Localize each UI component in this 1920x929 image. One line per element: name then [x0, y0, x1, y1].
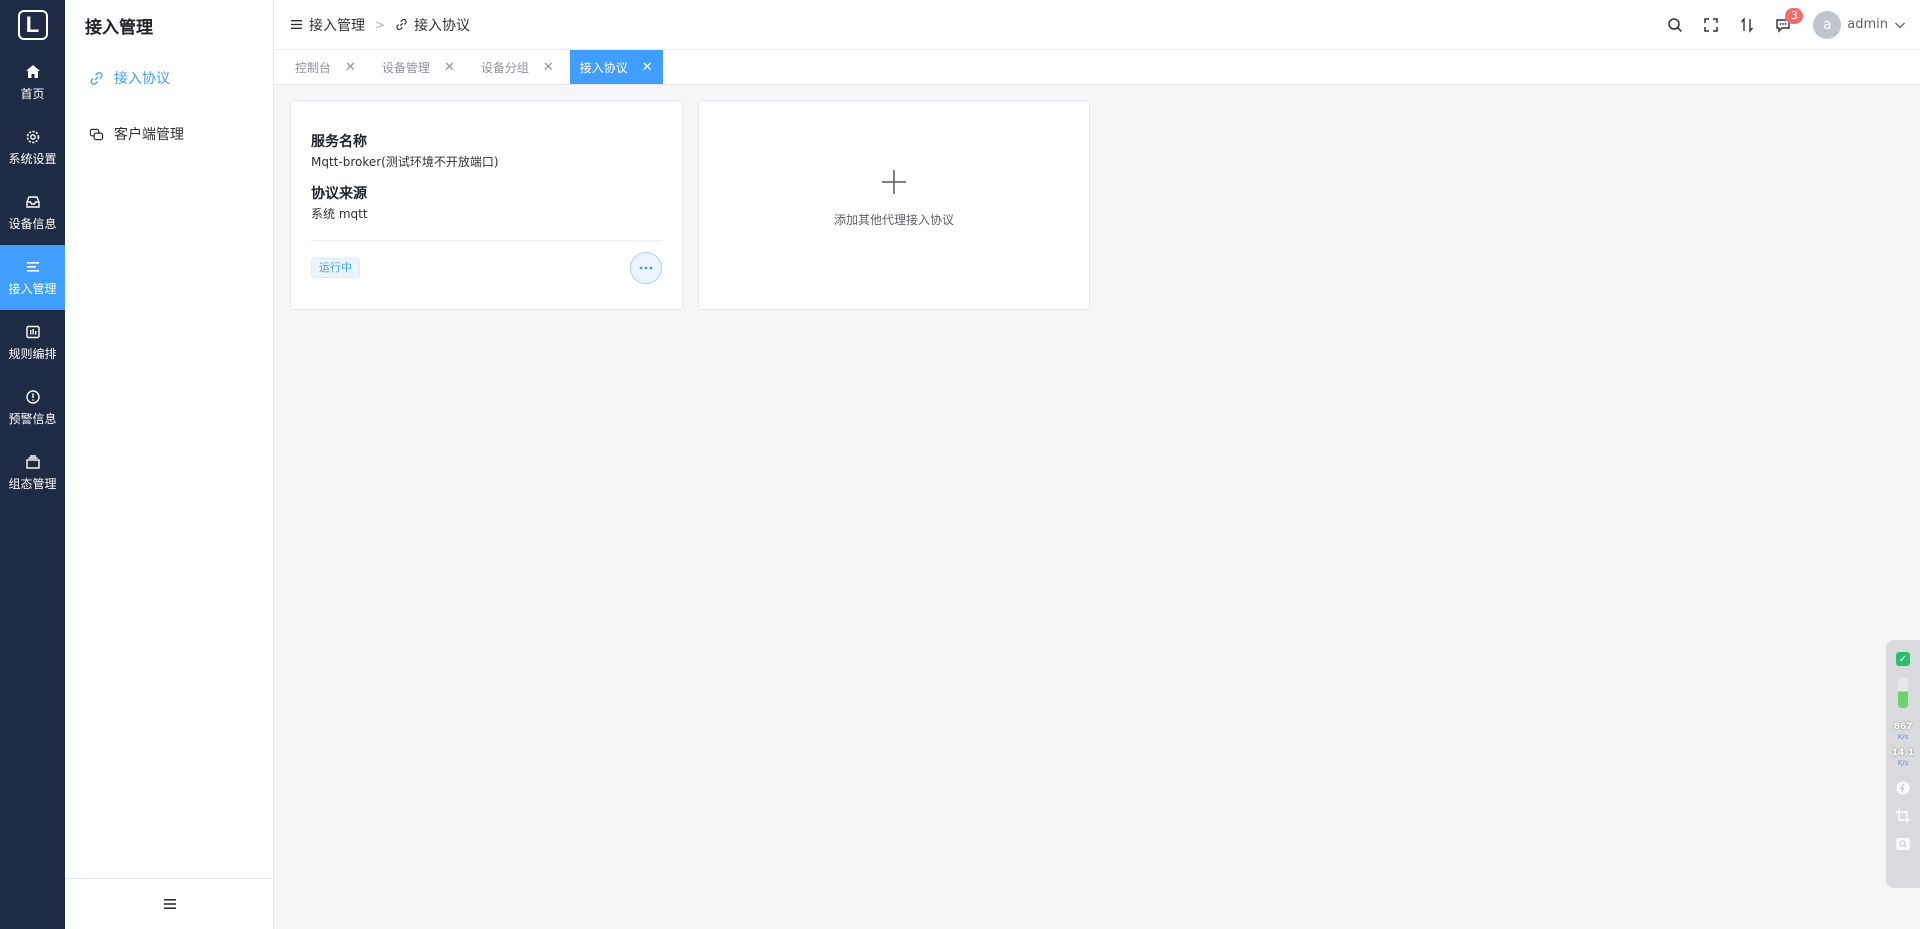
rail-item-home[interactable]: 首页 — [0, 50, 65, 115]
search-icon — [1668, 17, 1683, 32]
close-icon[interactable]: ✕ — [345, 60, 356, 75]
service-name-label: 服务名称 — [311, 134, 367, 150]
rail-item-alert-info[interactable]: 预警信息 — [0, 375, 65, 440]
breadcrumb-item[interactable]: 接入管理 — [309, 15, 365, 35]
inbox-icon — [25, 195, 40, 208]
rail-item-device-info[interactable]: 设备信息 — [0, 180, 65, 245]
more-dots-icon — [639, 266, 653, 270]
collapse-sidebar-button[interactable] — [65, 878, 274, 929]
upload-speed-unit: K/s — [1897, 759, 1909, 767]
main-nav-rail: L 首页 系统设置 设备信息 接入管理 规则编排 预警信息 组态管理 — [0, 0, 65, 929]
fullscreen-icon — [1704, 17, 1719, 32]
user-name: admin — [1847, 17, 1888, 32]
app-logo[interactable]: L — [0, 0, 65, 50]
plus-icon — [882, 169, 906, 194]
tab-label: 设备分组 — [480, 60, 529, 75]
list-icon — [26, 261, 39, 272]
rail-item-label: 首页 — [20, 86, 45, 101]
status-badge: 运行中 — [311, 258, 360, 278]
download-speed-value: 867 — [1893, 722, 1913, 732]
card-divider — [311, 240, 662, 241]
network-monitor-widget[interactable]: ✓ 867 K/s 14.1 K/s — [1886, 640, 1920, 888]
chat-icon — [89, 128, 104, 140]
sort-button[interactable] — [1729, 0, 1765, 50]
tab-label: 接入协议 — [579, 60, 628, 75]
home-icon — [25, 64, 40, 78]
upload-speed-value: 14.1 — [1891, 748, 1915, 758]
header-actions: 3 a admin — [1657, 0, 1920, 50]
tab-access-protocol[interactable]: 接入协议 ✕ — [569, 50, 663, 84]
logo-icon: L — [17, 10, 48, 40]
tab-device-group[interactable]: 设备分组 ✕ — [471, 50, 564, 84]
layers-icon — [25, 454, 40, 469]
top-header: 接入管理 > 接入协议 3 a admin — [274, 0, 1920, 50]
upload-speed: 14.1 K/s — [1892, 748, 1914, 768]
search-button[interactable] — [1657, 0, 1693, 50]
link-icon — [396, 18, 407, 31]
rail-item-rule-orchestration[interactable]: 规则编排 — [0, 310, 65, 375]
rail-item-access-management[interactable]: 接入管理 — [0, 245, 65, 310]
add-protocol-text: 添加其他代理接入协议 — [833, 212, 954, 227]
close-icon[interactable]: ✕ — [444, 60, 455, 75]
tab-label: 设备管理 — [381, 60, 430, 75]
shield-check-icon: ✓ — [1896, 652, 1910, 666]
close-icon[interactable]: ✕ — [543, 60, 554, 75]
sidebar-item-label: 客户端管理 — [114, 127, 184, 143]
close-icon[interactable]: ✕ — [642, 60, 653, 75]
sub-sidebar: 接入管理 接入协议 客户端管理 — [65, 0, 274, 929]
rail-item-label: 设备信息 — [8, 216, 57, 231]
user-menu[interactable]: a admin — [1813, 10, 1906, 39]
rail-item-label: 接入管理 — [8, 281, 57, 296]
screenshot-icon[interactable] — [1895, 808, 1911, 824]
chart-box-icon — [25, 325, 40, 338]
rail-item-configuration[interactable]: 组态管理 — [0, 440, 65, 505]
menu-icon[interactable] — [290, 18, 303, 31]
rail-item-label: 组态管理 — [8, 476, 57, 491]
more-options-button[interactable] — [630, 252, 662, 284]
gear-icon — [26, 130, 39, 143]
notification-badge: 3 — [1785, 7, 1804, 24]
sidebar-item-client-management[interactable]: 客户端管理 — [65, 106, 273, 162]
breadcrumb: 接入管理 > 接入协议 — [274, 15, 470, 35]
menu-fold-icon — [163, 899, 176, 909]
rail-item-label: 预警信息 — [8, 411, 57, 426]
add-protocol-card[interactable]: 添加其他代理接入协议 — [698, 100, 1090, 310]
sidebar-title: 接入管理 — [85, 17, 153, 38]
protocol-source-label: 协议来源 — [311, 186, 367, 202]
service-name-value: Mqtt-broker(测试环境不开放端口) — [311, 155, 499, 169]
protocol-source-value: 系统 mqtt — [311, 207, 368, 221]
avatar: a — [1813, 10, 1842, 39]
download-speed-unit: K/s — [1897, 733, 1909, 741]
tab-device-management[interactable]: 设备管理 ✕ — [372, 50, 465, 84]
breadcrumb-item: 接入协议 — [414, 17, 471, 34]
alert-circle-icon — [25, 389, 40, 404]
sidebar-item-label: 接入协议 — [114, 71, 170, 87]
sort-arrows-icon — [1741, 16, 1754, 33]
link-icon — [90, 71, 103, 85]
tab-console[interactable]: 控制台 ✕ — [285, 50, 366, 84]
search-icon[interactable] — [1895, 836, 1911, 852]
tab-label: 控制台 — [295, 60, 332, 75]
protocol-card: 服务名称 Mqtt-broker(测试环境不开放端口) 协议来源 系统 mqtt… — [290, 100, 683, 310]
download-speed: 867 K/s — [1894, 722, 1913, 742]
chevron-down-icon — [1895, 22, 1905, 28]
fullscreen-button[interactable] — [1693, 0, 1729, 50]
rail-item-system-settings[interactable]: 系统设置 — [0, 115, 65, 180]
page-tabs: 控制台 ✕ 设备管理 ✕ 设备分组 ✕ 接入协议 ✕ — [274, 50, 1920, 85]
sidebar-item-access-protocol[interactable]: 接入协议 — [65, 50, 273, 106]
chevron-right-icon: > — [375, 17, 386, 32]
messages-button[interactable]: 3 — [1765, 0, 1804, 50]
rail-item-label: 规则编排 — [8, 346, 57, 361]
memory-usage-bar — [1898, 678, 1908, 708]
speed-boost-icon[interactable] — [1895, 780, 1911, 796]
rail-item-label: 系统设置 — [8, 151, 57, 166]
